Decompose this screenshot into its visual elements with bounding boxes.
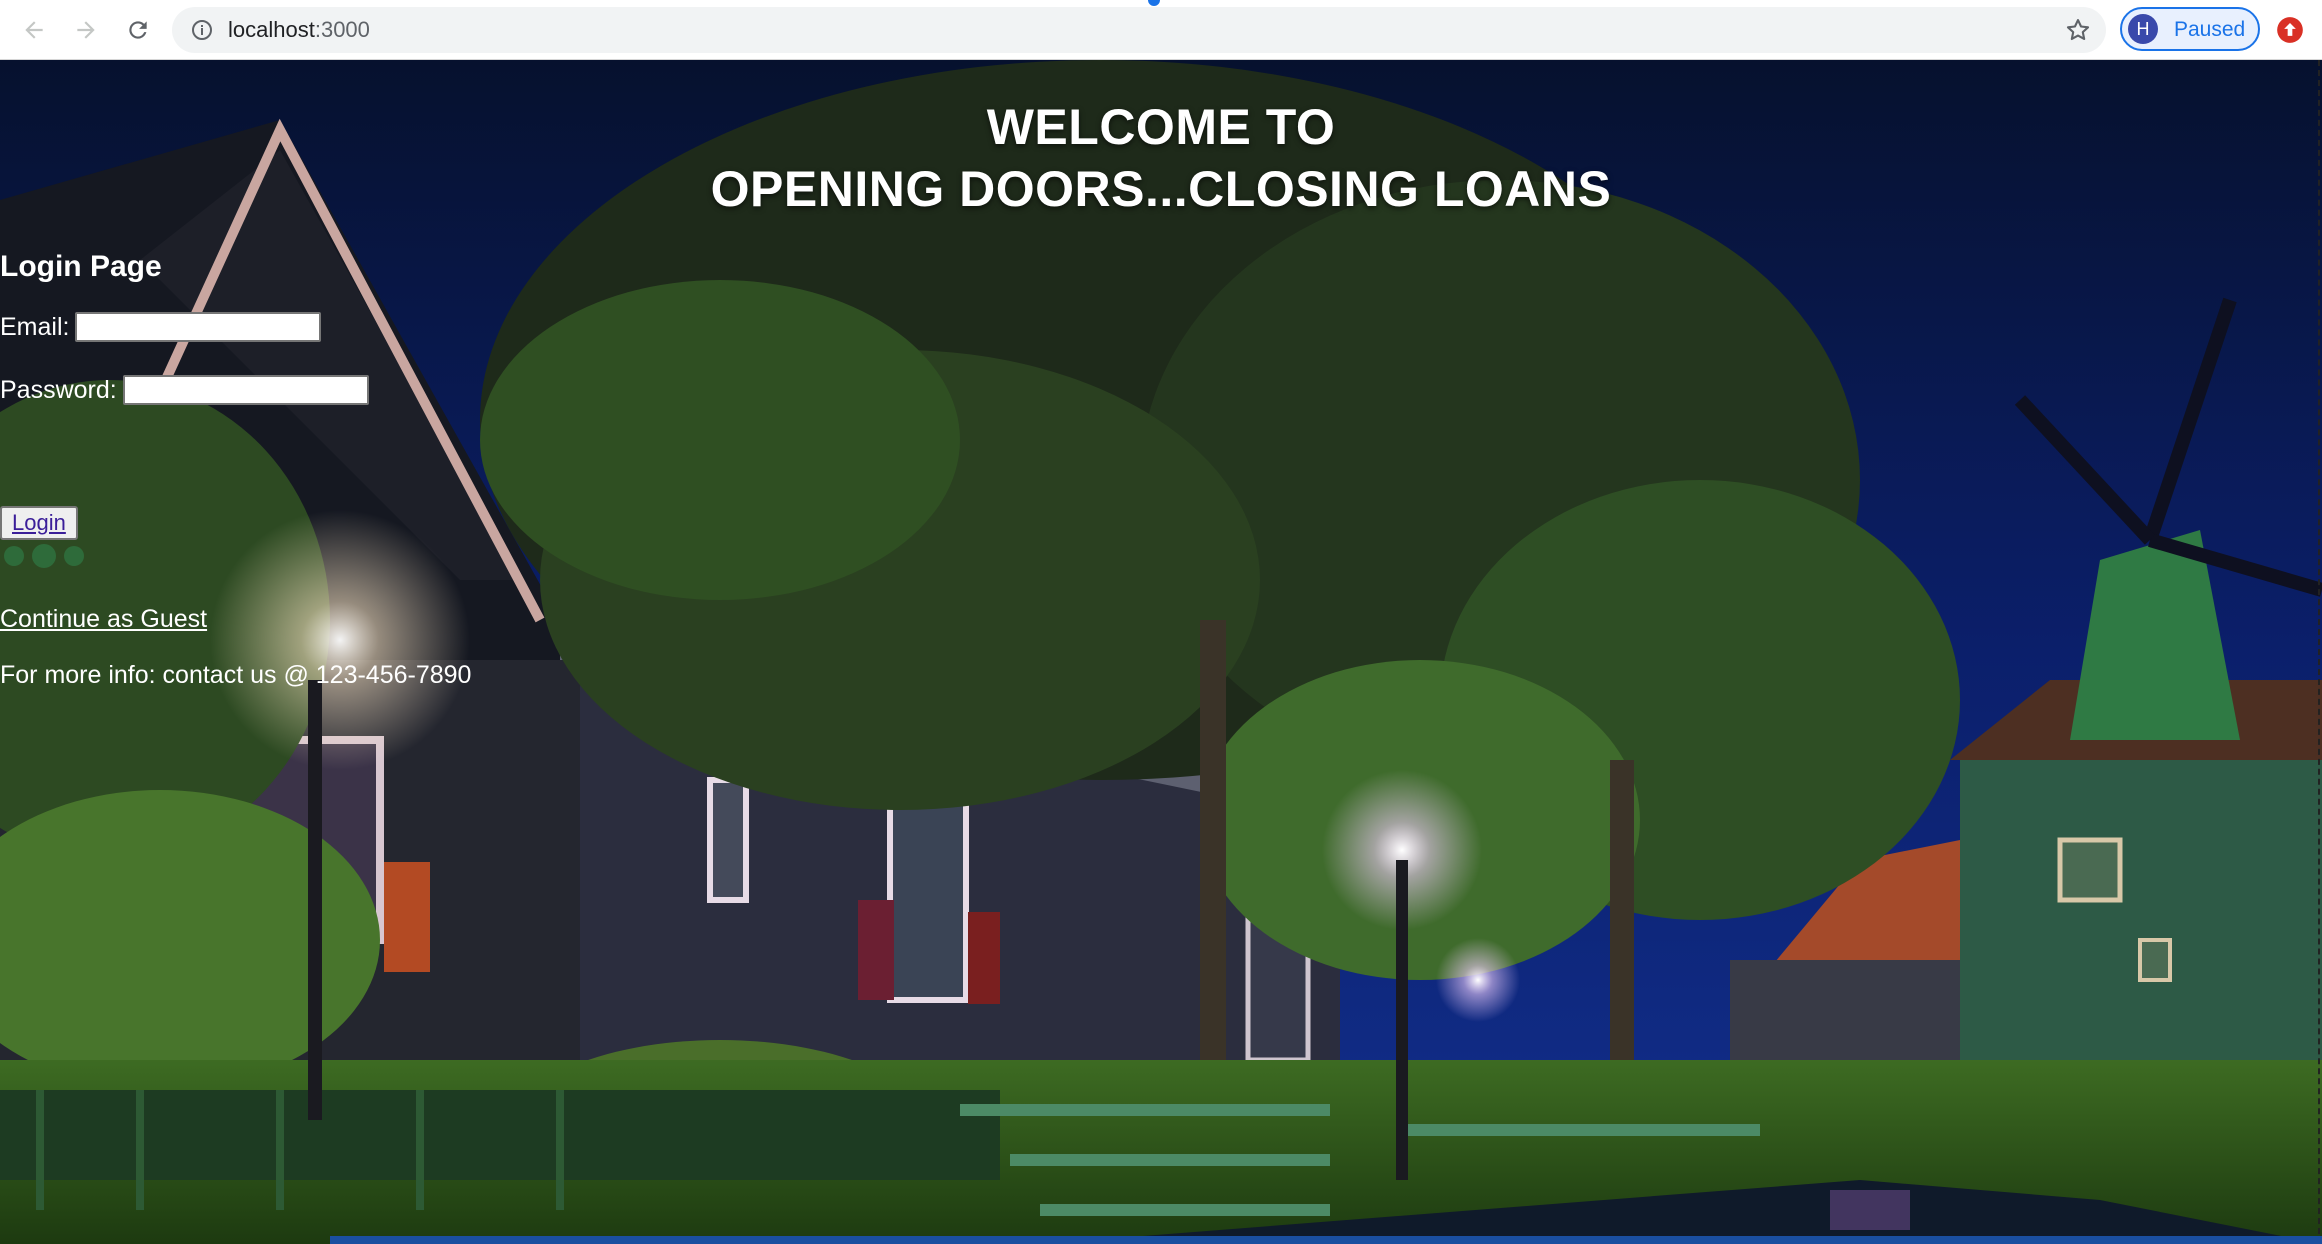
hero-heading: WELCOME TO OPENING DOORS...CLOSING LOANS xyxy=(0,96,2322,220)
profile-status: Paused xyxy=(2174,18,2246,41)
login-title: Login Page xyxy=(0,250,162,283)
viewport-edge xyxy=(2318,60,2320,1244)
loader-dot xyxy=(32,544,56,568)
loader-dot xyxy=(64,546,84,566)
back-arrow-icon xyxy=(25,21,43,39)
update-icon[interactable] xyxy=(2276,16,2304,44)
loading-indicator xyxy=(1148,0,1160,6)
back-button[interactable] xyxy=(16,12,52,48)
avatar: H xyxy=(2128,14,2158,44)
hero-line-2: OPENING DOORS...CLOSING LOANS xyxy=(710,161,1612,217)
loader-dots-icon xyxy=(4,544,84,568)
page: WELCOME TO OPENING DOORS...CLOSING LOANS… xyxy=(0,60,2322,1244)
reload-icon xyxy=(129,21,147,39)
forward-arrow-icon xyxy=(77,21,95,39)
url-host: localhost xyxy=(228,17,315,42)
browser-toolbar: localhost:3000 H Paused xyxy=(0,0,2322,60)
hero-line-1: WELCOME TO xyxy=(986,99,1336,155)
loader-dot xyxy=(4,546,24,566)
email-label: Email: xyxy=(0,313,70,341)
forward-button[interactable] xyxy=(68,12,104,48)
password-label: Password: xyxy=(0,376,117,404)
contact-info: For more info: contact us @ 123-456-7890 xyxy=(0,661,472,689)
email-field[interactable] xyxy=(75,312,322,342)
email-row: Email: xyxy=(0,310,322,344)
password-row: Password: xyxy=(0,373,369,407)
url-port: :3000 xyxy=(314,17,370,42)
url-text: localhost:3000 xyxy=(228,18,370,42)
reload-button[interactable] xyxy=(120,12,156,48)
address-bar[interactable]: localhost:3000 xyxy=(172,7,2106,53)
login-button[interactable]: Login xyxy=(0,506,78,540)
bottom-selection-bar xyxy=(330,1236,2322,1244)
star-icon[interactable] xyxy=(2064,16,2092,44)
info-icon[interactable] xyxy=(190,18,214,42)
profile-button[interactable]: H Paused xyxy=(2120,7,2260,51)
password-field[interactable] xyxy=(122,375,369,405)
background-image xyxy=(0,60,2322,1244)
continue-as-guest-link[interactable]: Continue as Guest xyxy=(0,604,207,634)
